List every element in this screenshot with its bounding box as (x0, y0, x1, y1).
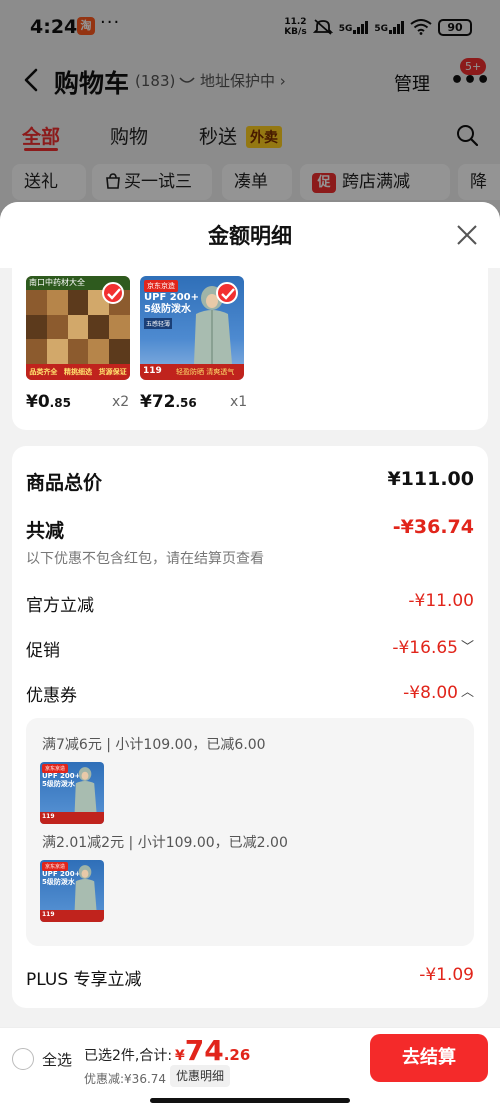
item-quantity: x2 (112, 394, 130, 410)
chevron-up-icon: ︿ (460, 685, 474, 700)
price-integer: 74 (184, 1034, 224, 1067)
modal-overlay[interactable] (0, 0, 500, 210)
checkout-total-price: ¥74.26 (175, 1034, 250, 1067)
item-quantity: x1 (230, 394, 248, 410)
selected-count-text: 已选2件,合计: (84, 1048, 173, 1064)
coupon-product-thumbnail[interactable]: 京东京造 UPF 200+ 5级防泼水 119 (40, 762, 104, 824)
herb-tag: 精挑细选 (63, 368, 92, 376)
discount-note: 以下优惠不包含红包，请在结算页查看 (26, 551, 264, 567)
promotion-row-toggle[interactable]: -¥16.65 ﹀ (392, 636, 474, 658)
home-indicator[interactable] (150, 1098, 350, 1103)
coupon-details: 满7减6元 | 小计109.00，已减6.00 京东京造 UPF 200+ 5级… (26, 718, 474, 946)
herb-tag: 品类齐全 (29, 368, 58, 376)
item-price-dec: .56 (175, 396, 197, 410)
product-item[interactable]: 南口中药材大全 品类齐全 精挑细选 货源保证 ¥0.85 x2 (26, 276, 136, 412)
product-item[interactable]: 京东京造 UPF 200+ 5级防泼水 五感轻薄 119 轻盈防晒 清爽透气 ¥… (140, 276, 250, 412)
strip-text: 轻盈防晒 清爽透气 (176, 368, 235, 376)
coupon-rule: 满2.01减2元 | 小计109.00，已减2.00 (42, 835, 288, 851)
price-strip: 119 轻盈防晒 清爽透气 (140, 364, 244, 380)
amount-detail-sheet: 金额明细 南口中药材大全 品类齐全 精挑细选 货源保证 ¥0.85 x2 京东京… (0, 202, 500, 1027)
item-price-dec: .85 (49, 396, 71, 410)
total-price-value: ¥111.00 (387, 468, 474, 490)
price-decimal: .26 (223, 1046, 251, 1064)
item-price: ¥0.85 (26, 392, 71, 412)
plus-discount-value: -¥1.09 (419, 965, 474, 985)
brand-tag: 京东京造 (144, 280, 178, 292)
coupon-label: 优惠券 (26, 686, 77, 706)
checkout-button[interactable]: 去结算 (370, 1034, 488, 1082)
coupon-rule: 满7减6元 | 小计109.00，已减6.00 (42, 737, 266, 753)
discount-detail-button[interactable]: 优惠明细 (170, 1065, 231, 1087)
close-icon[interactable] (455, 223, 479, 247)
product-thumbnail[interactable]: 南口中药材大全 品类齐全 精挑细选 货源保证 (26, 276, 130, 380)
select-all-label[interactable]: 全选 (42, 1049, 72, 1070)
feature-tag: 五感轻薄 (144, 318, 173, 329)
coupon-row-toggle[interactable]: -¥8.00 ︿ (403, 681, 474, 703)
strip-price: 119 (42, 911, 55, 918)
checkout-bar: 全选 已选2件,合计: ¥74.26 优惠减:¥36.74 优惠明细 去结算 (0, 1027, 500, 1111)
chevron-down-icon: ﹀ (460, 640, 474, 655)
jacket-model-figure (74, 767, 97, 812)
price-summary-card: 商品总价 ¥111.00 共减 -¥36.74 以下优惠不包含红包，请在结算页查… (12, 446, 488, 1008)
strip-price: 119 (42, 813, 55, 820)
price-strip: 119 (40, 812, 104, 824)
price-currency: ¥ (175, 1048, 185, 1064)
selected-check-icon (102, 282, 124, 304)
herb-image-tags: 品类齐全 精挑细选 货源保证 (26, 364, 130, 380)
official-discount-value: -¥11.00 (408, 591, 474, 611)
item-price-int: ¥0 (26, 392, 50, 412)
coupon-value: -¥8.00 (403, 683, 458, 703)
total-price-label: 商品总价 (26, 472, 103, 494)
select-all-radio[interactable] (12, 1048, 34, 1070)
plus-discount-label: PLUS 专享立减 (26, 970, 142, 990)
herb-tag: 货源保证 (98, 368, 127, 376)
item-price: ¥72.56 (140, 392, 197, 412)
herb-image-header-text: 南口中药材大全 (29, 278, 85, 287)
selected-items-card: 南口中药材大全 品类齐全 精挑细选 货源保证 ¥0.85 x2 京东京造 UPF (12, 268, 488, 430)
official-discount-label: 官方立减 (26, 596, 94, 616)
coupon-product-thumbnail[interactable]: 京东京造 UPF 200+ 5级防泼水 119 (40, 860, 104, 922)
strip-price: 119 (143, 366, 162, 376)
item-price-int: ¥72 (140, 392, 176, 412)
sheet-header: 金额明细 (0, 202, 500, 268)
promotion-label: 促销 (26, 641, 60, 661)
total-discount-label: 共减 (26, 520, 65, 542)
promotion-value: -¥16.65 (392, 638, 458, 658)
product-thumbnail[interactable]: 京东京造 UPF 200+ 5级防泼水 五感轻薄 119 轻盈防晒 清爽透气 (140, 276, 244, 380)
price-strip: 119 (40, 910, 104, 922)
selected-check-icon (216, 282, 238, 304)
sheet-title: 金额明细 (208, 224, 292, 248)
total-discount-value: -¥36.74 (392, 516, 474, 538)
jacket-model-figure (74, 865, 97, 910)
saved-amount-text: 优惠减:¥36.74 (84, 1072, 167, 1086)
